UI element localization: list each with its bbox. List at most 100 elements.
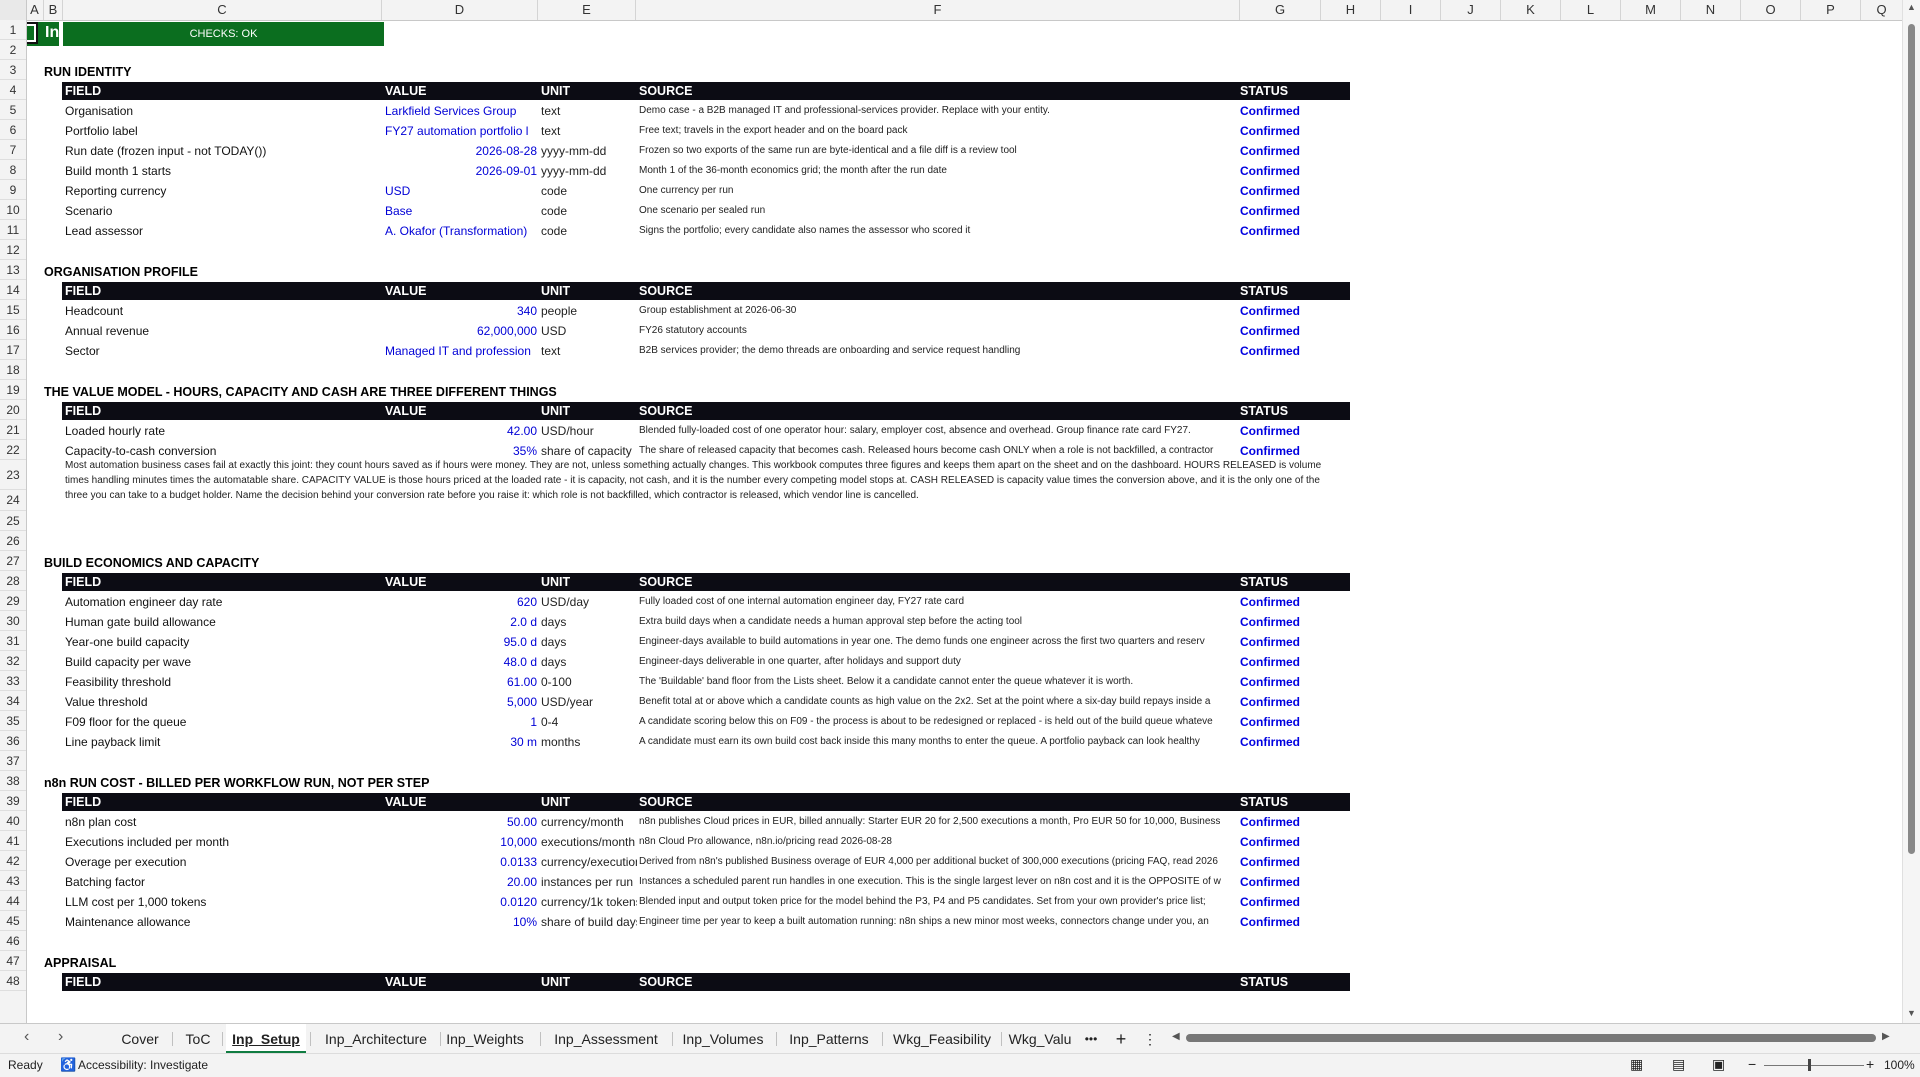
row-header-8[interactable]: 8	[0, 160, 26, 180]
input-value[interactable]: 0.0133	[385, 855, 537, 869]
horizontal-scroll-thumb[interactable]	[1186, 1034, 1876, 1042]
row-header-18[interactable]: 18	[0, 360, 26, 380]
row-header-1[interactable]: 1	[0, 20, 26, 40]
row-header-21[interactable]: 21	[0, 420, 26, 440]
column-header-e[interactable]: E	[538, 0, 636, 20]
column-header-a[interactable]: A	[26, 0, 44, 20]
row-header-4[interactable]: 4	[0, 80, 26, 100]
row-header-37[interactable]: 37	[0, 751, 26, 771]
input-value[interactable]: 62,000,000	[385, 324, 537, 338]
row-header-7[interactable]: 7	[0, 140, 26, 160]
page-layout-icon[interactable]: ▤	[1672, 1056, 1685, 1073]
horizontal-scrollbar[interactable]	[1186, 1034, 1876, 1042]
column-header-i[interactable]: I	[1381, 0, 1441, 20]
tab-inp-setup[interactable]: Inp_Setup	[226, 1024, 306, 1054]
row-header-40[interactable]: 40	[0, 811, 26, 831]
row-header-17[interactable]: 17	[0, 340, 26, 360]
scroll-up-icon[interactable]: ▲	[1907, 2, 1916, 12]
input-value[interactable]: 10,000	[385, 835, 537, 849]
accessibility-status[interactable]: Accessibility: Investigate	[78, 1058, 208, 1072]
row-header-39[interactable]: 39	[0, 791, 26, 811]
column-header-o[interactable]: O	[1741, 0, 1801, 20]
input-value[interactable]: 20.00	[385, 875, 537, 889]
scroll-down-icon[interactable]: ▼	[1907, 1008, 1916, 1018]
hscroll-right-icon[interactable]: ▶	[1882, 1031, 1890, 1042]
page-break-preview-icon[interactable]: ▣	[1712, 1056, 1725, 1073]
select-all-corner[interactable]	[0, 0, 27, 20]
zoom-in-icon[interactable]: +	[1866, 1056, 1874, 1072]
row-header-12[interactable]: 12	[0, 240, 26, 260]
row-header-25[interactable]: 25	[0, 511, 26, 531]
column-header-h[interactable]: H	[1321, 0, 1381, 20]
input-value[interactable]: 42.00	[385, 424, 537, 438]
row-header-30[interactable]: 30	[0, 611, 26, 631]
row-header-3[interactable]: 3	[0, 60, 26, 80]
add-sheet-button[interactable]: +	[1110, 1024, 1132, 1054]
tab-wkg-feasibility[interactable]: Wkg_Feasibility	[886, 1024, 998, 1054]
column-header-k[interactable]: K	[1501, 0, 1561, 20]
next-sheet-icon[interactable]: ›	[58, 1028, 63, 1046]
input-value[interactable]: 48.0 d	[385, 655, 537, 669]
input-value[interactable]: 5,000	[385, 695, 537, 709]
row-header-46[interactable]: 46	[0, 931, 26, 951]
row-header-20[interactable]: 20	[0, 400, 26, 420]
row-header-15[interactable]: 15	[0, 300, 26, 320]
prev-sheet-icon[interactable]: ‹	[24, 1028, 29, 1046]
row-header-14[interactable]: 14	[0, 280, 26, 300]
input-value[interactable]: 1	[385, 715, 537, 729]
column-header-q[interactable]: Q	[1861, 0, 1903, 20]
input-value[interactable]: Base	[385, 204, 543, 218]
zoom-level[interactable]: 100%	[1884, 1058, 1915, 1072]
input-value[interactable]: 0.0120	[385, 895, 537, 909]
tab-wkg-valu[interactable]: Wkg_Valu	[1005, 1024, 1075, 1054]
input-value[interactable]: USD	[385, 184, 543, 198]
column-header-j[interactable]: J	[1441, 0, 1501, 20]
row-header-41[interactable]: 41	[0, 831, 26, 851]
zoom-out-icon[interactable]: −	[1748, 1056, 1756, 1072]
input-value[interactable]: 10%	[385, 915, 537, 929]
input-value[interactable]: Managed IT and profession	[385, 344, 543, 358]
input-value[interactable]: 2026-08-28	[385, 144, 537, 158]
column-header-c[interactable]: C	[63, 0, 382, 20]
input-value[interactable]: 2.0 d	[385, 615, 537, 629]
tab-inp-patterns[interactable]: Inp_Patterns	[780, 1024, 878, 1054]
column-header-m[interactable]: M	[1621, 0, 1681, 20]
row-header-42[interactable]: 42	[0, 851, 26, 871]
row-header-48[interactable]: 48	[0, 971, 26, 991]
row-header-27[interactable]: 27	[0, 551, 26, 571]
column-header-l[interactable]: L	[1561, 0, 1621, 20]
input-value[interactable]: 50.00	[385, 815, 537, 829]
row-header-32[interactable]: 32	[0, 651, 26, 671]
input-value[interactable]: 30 m	[385, 735, 537, 749]
row-header-19[interactable]: 19	[0, 380, 26, 400]
row-header-13[interactable]: 13	[0, 260, 26, 280]
row-header-2[interactable]: 2	[0, 40, 26, 60]
sheet-options-icon[interactable]: ⋮	[1143, 1024, 1157, 1054]
input-value[interactable]: Larkfield Services Group	[385, 104, 543, 118]
row-header-45[interactable]: 45	[0, 911, 26, 931]
column-header-n[interactable]: N	[1681, 0, 1741, 20]
selected-cell-cursor[interactable]	[27, 22, 38, 44]
tab-cover[interactable]: Cover	[110, 1024, 170, 1054]
row-header-23[interactable]: 23	[0, 460, 26, 490]
worksheet-grid[interactable]: In CHECKS: OK RUN IDENTITY FIELD VALUE UNIT SO…	[27, 21, 1903, 1023]
input-value[interactable]: FY27 automation portfolio l	[385, 124, 543, 138]
input-value[interactable]: 2026-09-01	[385, 164, 537, 178]
row-header-22[interactable]: 22	[0, 440, 26, 460]
tab-inp-weights[interactable]: Inp_Weights	[444, 1024, 526, 1054]
input-value[interactable]: 340	[385, 304, 537, 318]
row-header-5[interactable]: 5	[0, 100, 26, 120]
row-header-33[interactable]: 33	[0, 671, 26, 691]
column-header-b[interactable]: B	[44, 0, 63, 20]
row-header-28[interactable]: 28	[0, 571, 26, 591]
tab-inp-assessment[interactable]: Inp_Assessment	[544, 1024, 668, 1054]
row-header-47[interactable]: 47	[0, 951, 26, 971]
row-header-16[interactable]: 16	[0, 320, 26, 340]
zoom-slider-thumb[interactable]	[1808, 1059, 1811, 1071]
column-header-d[interactable]: D	[382, 0, 538, 20]
row-header-9[interactable]: 9	[0, 180, 26, 200]
row-header-6[interactable]: 6	[0, 120, 26, 140]
input-value[interactable]: A. Okafor (Transformation)	[385, 224, 543, 238]
row-header-29[interactable]: 29	[0, 591, 26, 611]
row-header-43[interactable]: 43	[0, 871, 26, 891]
